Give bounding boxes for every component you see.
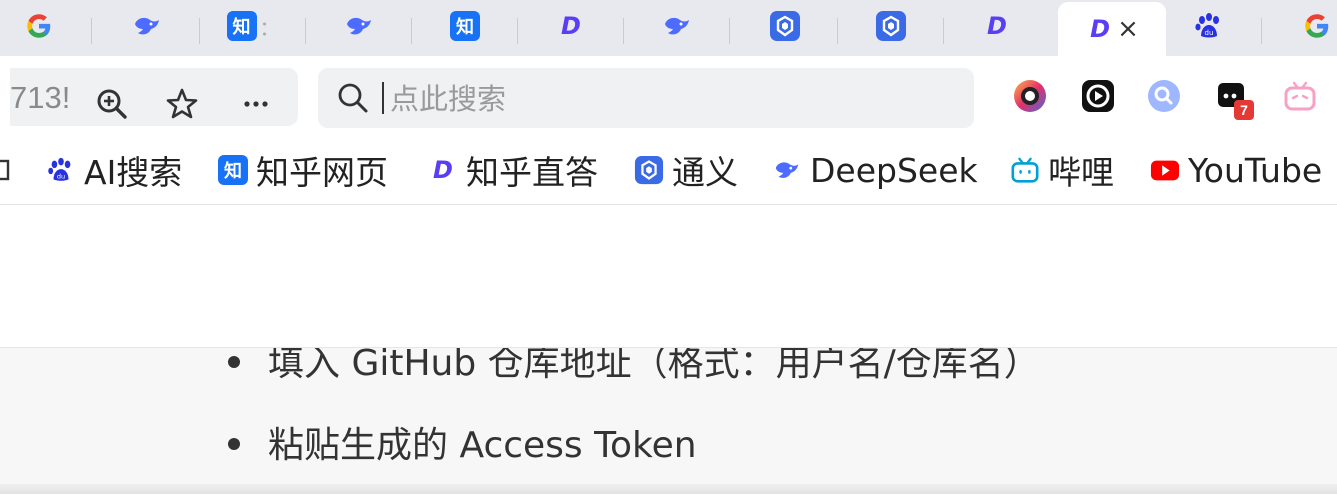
bullet (228, 356, 240, 368)
baidu-paw-icon (46, 155, 76, 185)
zhihu-icon: 知 (226, 11, 257, 41)
tab-deepseek[interactable] (306, 2, 412, 50)
tongyi-icon (769, 10, 801, 42)
search-icon (338, 83, 368, 113)
tab-google[interactable] (1264, 2, 1337, 50)
truncated-bookmark-icon (0, 159, 10, 181)
tab-deepseek[interactable] (624, 2, 730, 50)
tab-zhida[interactable]: D (518, 2, 624, 50)
navigation-toolbar: 713! 点此搜索 7 (0, 56, 1337, 136)
zhihu-icon: 知 (218, 155, 248, 185)
bookmark-label: DeepSeek (810, 150, 978, 190)
extension-camera[interactable] (1010, 76, 1050, 116)
tab-strip: 知 ： 知 D D D × (0, 0, 1337, 56)
tab-baidu[interactable] (1156, 2, 1262, 50)
baidu-paw-icon (1193, 10, 1225, 42)
list-item-text: 填入 GitHub 仓库地址（格式：用户名/仓库名） (268, 348, 1040, 384)
deepseek-whale-icon (661, 10, 693, 42)
close-tab-icon[interactable]: × (1117, 16, 1139, 42)
bookmark-ai-search[interactable]: AI搜索 (46, 150, 182, 192)
tab-deepseek[interactable] (94, 2, 200, 50)
deepseek-whale-icon (343, 10, 375, 42)
zhihu-icon: 知 (450, 11, 480, 41)
zoom-in-icon (97, 89, 127, 119)
tab-zhihu[interactable]: 知 ： (200, 2, 306, 50)
extension-badge[interactable]: 7 (1212, 76, 1254, 120)
bookmark-label: AI搜索 (84, 153, 183, 192)
bookmark-tongyi[interactable]: 通义 (634, 150, 738, 192)
star-icon (166, 88, 198, 119)
tab-zhihu[interactable]: 知 (412, 2, 518, 50)
page-header-area (0, 205, 1337, 348)
bookmark-label: 哔哩 (1048, 153, 1114, 192)
bottom-edge (0, 484, 1337, 494)
bookmark-label: 知乎直答 (466, 153, 598, 192)
search-input[interactable] (388, 78, 952, 120)
bookmark-zhihu-web[interactable]: 知 知乎网页 (218, 150, 388, 192)
search-box[interactable] (318, 68, 974, 128)
bullet (228, 438, 240, 450)
url-text[interactable]: 713! (10, 80, 70, 116)
tab-zhida[interactable]: D (944, 2, 1050, 50)
deepseek-whale-icon (131, 10, 163, 42)
bilibili-tv-icon (1010, 155, 1040, 185)
zhida-icon: D (987, 12, 1007, 40)
bookmark-star-button[interactable] (160, 82, 204, 126)
youtube-icon (1150, 155, 1180, 185)
tongyi-icon (875, 10, 907, 42)
bookmark-label: 通义 (672, 153, 738, 192)
tab-zhida-active[interactable]: D × (1058, 2, 1166, 56)
deepseek-whale-icon (772, 155, 802, 185)
zhida-icon: D (1090, 15, 1111, 43)
list-item-text: 粘贴生成的 Access Token (268, 425, 697, 466)
tab-tongyi[interactable] (732, 2, 838, 50)
google-icon (1302, 11, 1332, 41)
extension-tv[interactable] (1280, 76, 1320, 116)
bookmark-zhihu-zhida[interactable]: D 知乎直答 (428, 150, 598, 192)
bookmark-truncated[interactable] (0, 150, 12, 190)
page-content: 填入 GitHub 仓库地址（格式：用户名/仓库名） 粘贴生成的 Access … (0, 348, 1337, 494)
more-dots-icon (244, 101, 268, 107)
bookmark-label: 知乎网页 (256, 153, 388, 192)
address-bar[interactable]: 713! (10, 68, 298, 126)
tab-google[interactable] (0, 2, 92, 50)
video-player-icon (1082, 80, 1114, 112)
bookmarks-bar: AI搜索 知 知乎网页 D 知乎直答 通义 DeepSeek 哔哩 YouTub… (0, 136, 1337, 205)
more-options-button[interactable] (234, 82, 278, 126)
bookmark-youtube[interactable]: YouTube (1150, 150, 1322, 190)
bookmark-label: YouTube (1188, 150, 1323, 190)
zhida-icon: D (561, 12, 581, 40)
extension-search[interactable] (1144, 76, 1184, 116)
bookmark-bilibili[interactable]: 哔哩 (1010, 150, 1114, 192)
list-item: 填入 GitHub 仓库地址（格式：用户名/仓库名） (228, 348, 1040, 386)
extension-video[interactable] (1078, 76, 1118, 116)
bookmark-deepseek[interactable]: DeepSeek (772, 150, 978, 190)
tab-tongyi[interactable] (838, 2, 944, 50)
google-icon (24, 11, 54, 41)
colorful-camera-icon (1014, 80, 1046, 112)
magnifier-extension-icon (1148, 80, 1180, 112)
list-item: 粘贴生成的 Access Token (228, 416, 697, 468)
notification-badge: 7 (1234, 100, 1254, 120)
tab-title-truncated: ： (259, 17, 280, 40)
zhida-icon: D (433, 156, 453, 184)
zoom-in-button[interactable] (90, 82, 134, 126)
tongyi-icon (634, 155, 664, 185)
text-cursor (382, 82, 384, 114)
pink-tv-icon (1284, 81, 1316, 111)
